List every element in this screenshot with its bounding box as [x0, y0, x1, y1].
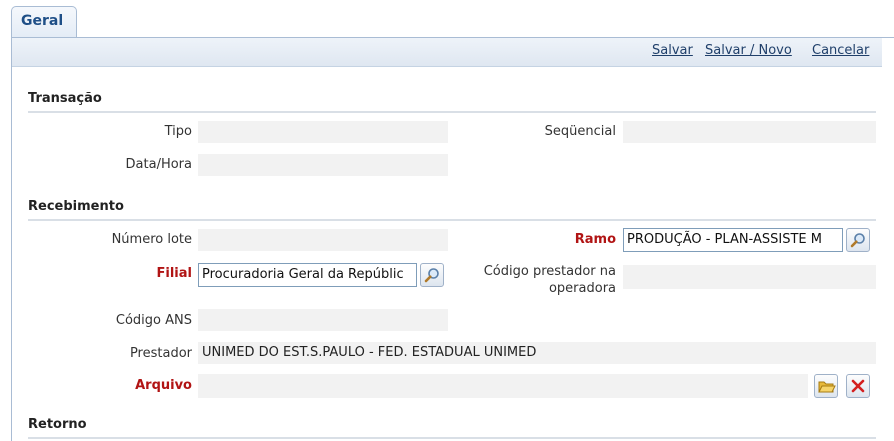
data-hora-field[interactable] [198, 154, 448, 176]
arquivo-delete-button[interactable] [846, 374, 870, 398]
section-transacao-title: Transação [28, 91, 102, 106]
ramo-label: Ramo [574, 232, 616, 247]
codigo-ans-field[interactable] [198, 309, 448, 331]
section-divider [28, 111, 876, 113]
section-divider [28, 219, 876, 221]
action-toolbar: Salvar Salvar / Novo Cancelar [12, 38, 882, 67]
tab-bar: Geral [0, 0, 894, 38]
sequencial-field[interactable] [623, 121, 876, 143]
magnifier-icon [424, 268, 439, 283]
filial-input[interactable]: Procuradoria Geral da Repúblic [198, 263, 417, 287]
arquivo-field[interactable] [198, 374, 808, 398]
ramo-input[interactable]: PRODUÇÃO - PLAN-ASSISTE M [623, 228, 843, 252]
data-hora-label: Data/Hora [125, 157, 192, 172]
section-retorno-title: Retorno [28, 417, 87, 432]
codigo-ans-label: Código ANS [115, 313, 192, 328]
save-new-link[interactable]: Salvar / Novo [705, 43, 792, 58]
save-link[interactable]: Salvar [652, 43, 693, 58]
magnifier-icon [850, 233, 865, 248]
arquivo-open-button[interactable] [814, 374, 838, 398]
tipo-field[interactable] [198, 121, 448, 143]
numero-lote-label: Número lote [111, 232, 192, 247]
section-recebimento-title: Recebimento [28, 199, 124, 214]
arquivo-label: Arquivo [135, 378, 192, 393]
filial-label: Filial [156, 266, 192, 281]
tab-geral[interactable]: Geral [11, 6, 77, 37]
section-divider [28, 437, 876, 439]
filial-search-button[interactable] [420, 263, 444, 287]
ramo-search-button[interactable] [846, 228, 870, 252]
prestador-value: UNIMED DO EST.S.PAULO - FED. ESTADUAL UN… [202, 345, 537, 360]
codigo-prestador-label-line2: operadora [548, 281, 616, 296]
numero-lote-field[interactable] [198, 229, 448, 251]
tipo-label: Tipo [164, 124, 192, 139]
red-x-icon [851, 379, 865, 393]
folder-open-icon [818, 381, 836, 393]
prestador-label: Prestador [129, 346, 192, 361]
codigo-prestador-label-line1: Código prestador na [483, 264, 616, 279]
sequencial-label: Seqüencial [544, 124, 616, 139]
codigo-prestador-field[interactable] [623, 265, 876, 289]
prestador-field: UNIMED DO EST.S.PAULO - FED. ESTADUAL UN… [198, 342, 876, 364]
tab-geral-label: Geral [21, 13, 64, 29]
cancel-link[interactable]: Cancelar [812, 43, 869, 58]
codigo-prestador-label: Código prestador na operadora [484, 263, 616, 297]
